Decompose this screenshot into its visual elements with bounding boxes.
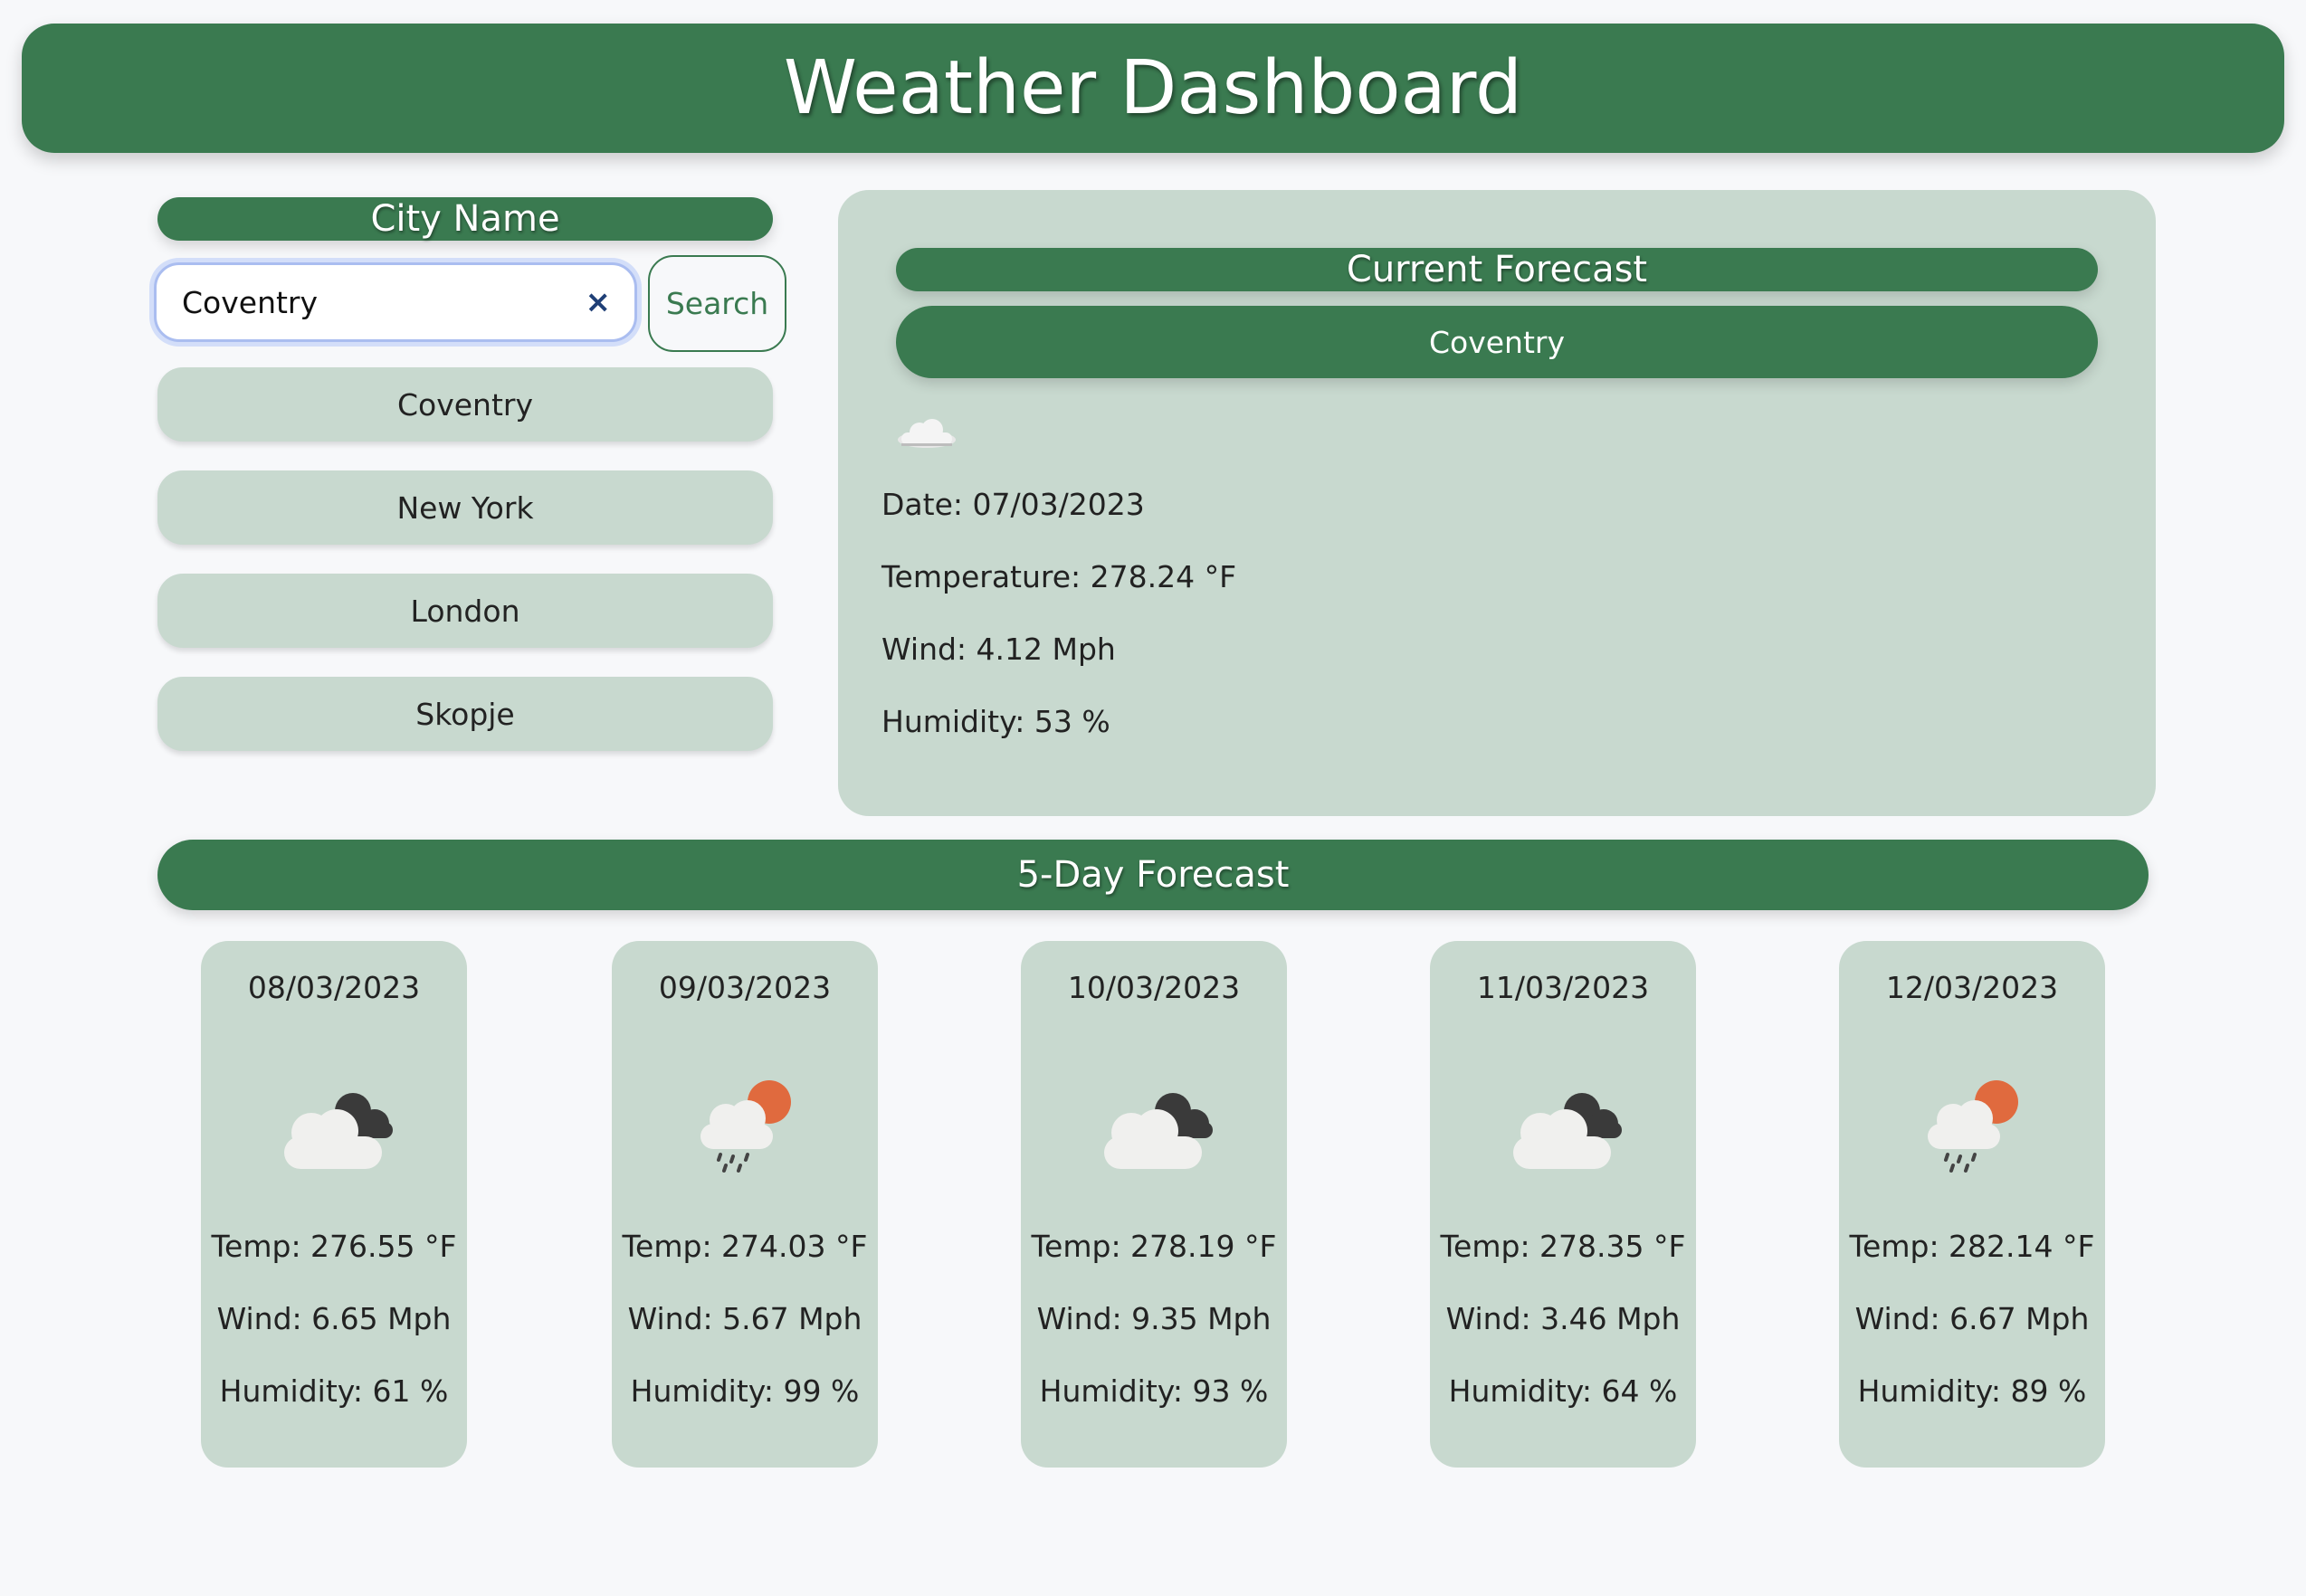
forecast-wind: Wind: 6.65 Mph	[216, 1301, 452, 1336]
forecast-wind: Wind: 3.46 Mph	[1445, 1301, 1681, 1336]
search-field[interactable]: ×	[154, 262, 637, 342]
page-title: Weather Dashboard	[783, 45, 1523, 131]
forecast-temp: Temp: 278.19 °F	[1031, 1229, 1277, 1264]
history-item-new-york[interactable]: New York	[157, 470, 773, 545]
forecast-wind: Wind: 9.35 Mph	[1036, 1301, 1272, 1336]
forecast-card: 08/03/2023 Temp: 276.55 °F Wind: 6.65 Mp…	[201, 941, 467, 1468]
forecast-card: 10/03/2023 Temp: 278.19 °F Wind: 9.35 Mp…	[1021, 941, 1287, 1468]
rain-sun-icon	[1928, 1080, 2018, 1173]
forecast-date: 11/03/2023	[1476, 970, 1650, 1005]
current-date: Date: 07/03/2023	[881, 487, 1145, 522]
current-city-name: Coventry	[896, 306, 2098, 378]
forecast-wind: Wind: 5.67 Mph	[627, 1301, 862, 1336]
forecast-temp: Temp: 274.03 °F	[622, 1229, 868, 1264]
current-wind: Wind: 4.12 Mph	[881, 632, 1116, 667]
forecast-humidity: Humidity: 93 %	[1039, 1373, 1269, 1409]
broken-clouds-icon	[1513, 1093, 1622, 1169]
forecast-humidity: Humidity: 64 %	[1448, 1373, 1678, 1409]
forecast-wind: Wind: 6.67 Mph	[1854, 1301, 2090, 1336]
search-button[interactable]: Search	[648, 255, 786, 352]
forecast-temp: Temp: 282.14 °F	[1849, 1229, 2095, 1264]
clear-icon[interactable]: ×	[586, 284, 612, 320]
app-header: Weather Dashboard	[22, 24, 2284, 153]
forecast-temp: Temp: 276.55 °F	[211, 1229, 457, 1264]
forecast-humidity: Humidity: 99 %	[630, 1373, 860, 1409]
cloud-icon	[898, 419, 956, 448]
current-forecast-panel: Current Forecast Coventry Date: 07/03/20…	[838, 190, 2156, 816]
forecast-date: 10/03/2023	[1067, 970, 1241, 1005]
forecast-cards: 08/03/2023 Temp: 276.55 °F Wind: 6.65 Mp…	[201, 941, 2105, 1468]
rain-sun-icon	[700, 1080, 791, 1173]
search-history: Coventry New York London Skopje	[157, 367, 773, 780]
forecast-date: 09/03/2023	[658, 970, 832, 1005]
forecast-date: 12/03/2023	[1885, 970, 2059, 1005]
forecast-card: 09/03/2023 Temp: 274.03 °F Wind: 5.67 Mp…	[612, 941, 878, 1468]
city-name-heading: City Name	[157, 197, 773, 241]
history-item-coventry[interactable]: Coventry	[157, 367, 773, 442]
broken-clouds-icon	[1104, 1093, 1213, 1169]
forecast-card: 11/03/2023 Temp: 278.35 °F Wind: 3.46 Mp…	[1430, 941, 1696, 1468]
history-item-skopje[interactable]: Skopje	[157, 677, 773, 751]
history-item-london[interactable]: London	[157, 574, 773, 648]
forecast-date: 08/03/2023	[247, 970, 421, 1005]
current-humidity: Humidity: 53 %	[881, 704, 1110, 739]
forecast-temp: Temp: 278.35 °F	[1440, 1229, 1686, 1264]
search-input[interactable]	[180, 283, 586, 321]
broken-clouds-icon	[284, 1093, 393, 1169]
current-forecast-heading: Current Forecast	[896, 248, 2098, 291]
forecast-card: 12/03/2023 Temp: 282.14 °F Wind: 6.67 Mp…	[1839, 941, 2105, 1468]
current-temperature: Temperature: 278.24 °F	[881, 559, 1237, 594]
forecast-humidity: Humidity: 61 %	[219, 1373, 449, 1409]
five-day-heading: 5-Day Forecast	[157, 840, 2149, 910]
forecast-humidity: Humidity: 89 %	[1857, 1373, 2087, 1409]
